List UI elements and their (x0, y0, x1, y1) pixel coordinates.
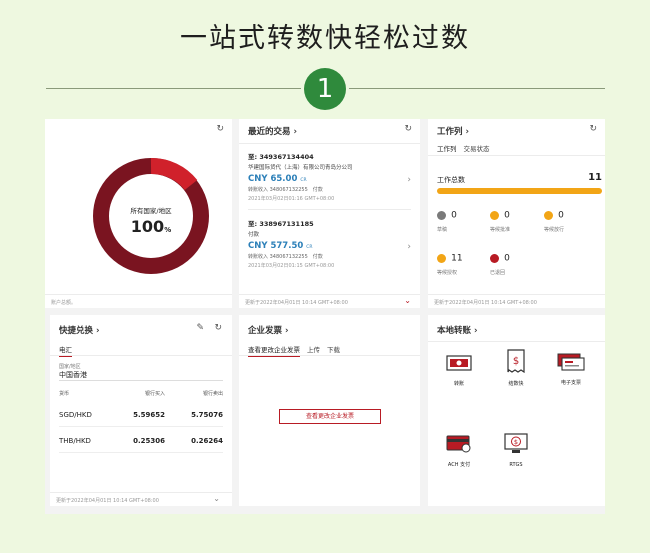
fx-updated: 更新于2022年04月01日 10:14 GMT+08:00 (56, 498, 159, 504)
clock-icon (490, 211, 499, 220)
region-label: 国家/地区 (59, 364, 81, 370)
fx-title[interactable]: 快捷兑换 › (59, 324, 99, 336)
chevron-down-icon[interactable]: ⌄ (404, 296, 411, 305)
recent-transactions-card: 最近的交易 › ↻ 至: 349367134404 华建国际货代（上海）有限公司… (239, 119, 420, 308)
overview-card: ↻ 所有国家/地区 100% 账户总额。 (45, 119, 232, 308)
release-icon (544, 211, 553, 220)
payment-transfer[interactable]: 转账 (437, 353, 481, 387)
draft-icon (437, 211, 446, 220)
view-invoices-button[interactable]: 查看更改企业发票 (279, 409, 381, 424)
payment-fps[interactable]: $ 结数快 (494, 349, 538, 387)
worklist-updated: 更新于2022年04月01日 10:14 GMT+08:00 (434, 300, 537, 306)
worklist-title[interactable]: 工作列 › (437, 125, 469, 137)
cash-icon (446, 355, 472, 371)
payments-title[interactable]: 本地转账 › (437, 324, 477, 336)
authorize-icon (437, 254, 446, 263)
divider-left (46, 88, 301, 89)
step-badge: 1 (304, 68, 346, 110)
returned-icon (490, 254, 499, 263)
overview-footer: 账户总额。 (45, 294, 232, 308)
total-label: 工作总数 (437, 176, 465, 184)
page-title: 一站式转数快轻松过数 (180, 23, 470, 54)
chevron-right-icon: › (407, 242, 411, 252)
recent-title[interactable]: 最近的交易 › (248, 125, 297, 137)
svg-text:$: $ (513, 356, 519, 367)
invoice-card: 企业发票 › 查看更改企业发票 上传 下载 查看更改企业发票 (239, 315, 420, 506)
edit-icon[interactable]: ✎ (196, 323, 204, 333)
payments-card: 本地转账 › 转账 $ 结数快 电子支票 ACH 支付 $ RTGS (428, 315, 605, 506)
invoice-title[interactable]: 企业发票 › (248, 324, 288, 336)
stat-draft[interactable]: 0 草稿 (437, 205, 477, 233)
donut-center-value: 100% (130, 217, 172, 236)
monitor-icon: $ (504, 433, 528, 453)
fx-footer: 更新于2022年04月01日 10:14 GMT+08:00 ⌄ (50, 492, 232, 506)
refresh-icon[interactable]: ↻ (589, 124, 597, 134)
cheque-icon (557, 353, 585, 371)
donut-center-label: 所有国家/地区 (130, 207, 172, 215)
payment-ach[interactable]: ACH 支付 (437, 434, 481, 468)
worklist-footer: 更新于2022年04月01日 10:14 GMT+08:00 (428, 294, 605, 308)
stat-returned[interactable]: 0 已退回 (490, 248, 530, 276)
refresh-icon[interactable]: ↻ (404, 124, 412, 134)
stat-pending-authorization[interactable]: 11 等候授权 (437, 248, 477, 276)
chevron-down-icon[interactable]: ⌄ (213, 494, 220, 503)
recent-updated: 更新于2022年04月01日 10:14 GMT+08:00 (245, 300, 348, 306)
receipt-icon: $ (507, 349, 525, 374)
total-value: 11 (588, 172, 602, 183)
stat-pending-approval[interactable]: 0 等候批准 (490, 205, 530, 233)
donut-segment (150, 158, 198, 191)
card-icon (446, 435, 471, 453)
transaction-item[interactable]: 至: 349367134404 华建国际货代（上海）有限公司青岛分公司 CNY … (248, 151, 411, 202)
donut-chart (93, 158, 209, 274)
worklist-card: 工作列 › ↻ 工作列 交易状态 工作总数 11 0 草稿 0 等候批准 0 等候… (428, 119, 605, 308)
fx-card: 快捷兑换 › ✎ ↻ 电汇 国家/地区 中国香港 货币 银行买入 银行卖出 SG… (50, 315, 232, 506)
payment-rtgs[interactable]: $ RTGS (494, 433, 538, 468)
refresh-icon[interactable]: ↻ (214, 323, 222, 333)
svg-text:$: $ (514, 438, 518, 446)
tab-transaction-status[interactable]: 交易状态 (464, 143, 490, 155)
region-value[interactable]: 中国香港 (59, 370, 87, 380)
stat-pending-release[interactable]: 0 等候放行 (544, 205, 584, 233)
refresh-icon[interactable]: ↻ (216, 124, 224, 134)
transaction-item[interactable]: 至: 338967131185 付款 CNY 577.50 CR 转账收入 34… (248, 218, 411, 269)
divider-right (349, 88, 605, 89)
chevron-right-icon: › (407, 175, 411, 185)
dashboard: ↻ 所有国家/地区 100% 账户总额。 最近的交易 › ↻ 至: 349367… (45, 119, 605, 514)
payment-echeque[interactable]: 电子支票 (549, 352, 593, 386)
recent-footer: 更新于2022年04月01日 10:14 GMT+08:00 ⌄ (239, 294, 420, 308)
progress-bar (437, 188, 602, 194)
overview-footnote: 账户总额。 (51, 300, 77, 306)
